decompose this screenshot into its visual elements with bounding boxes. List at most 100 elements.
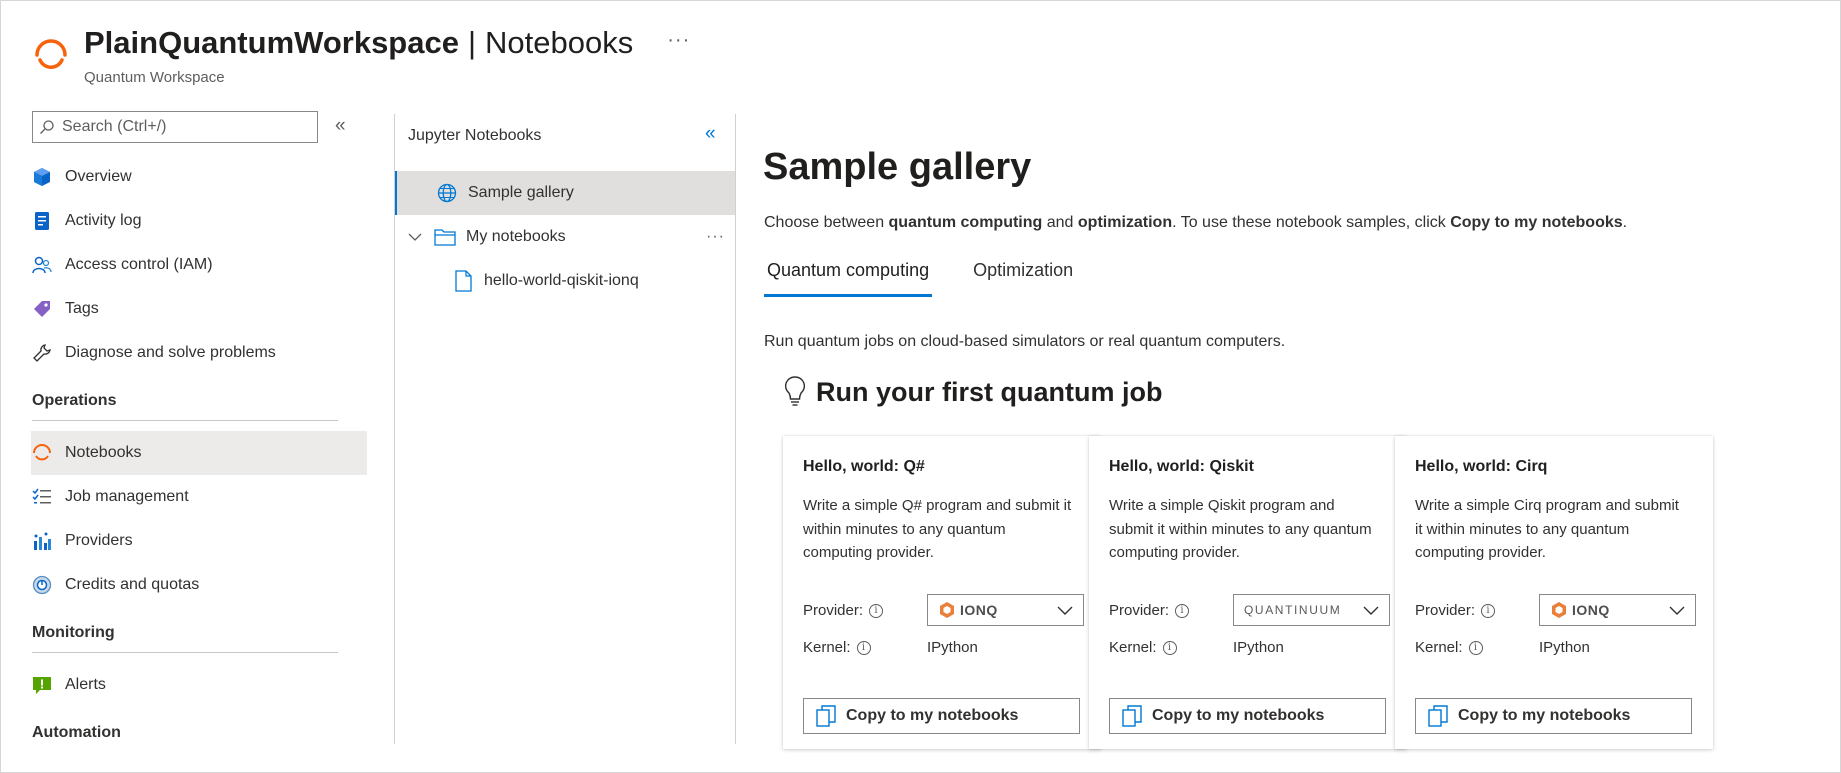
resource-menu: Search (Ctrl+/) « Overview Activity log bbox=[31, 109, 367, 749]
provider-value: IONQ bbox=[1572, 602, 1610, 618]
section-automation: Automation bbox=[31, 707, 367, 763]
tab-intro-text: Run quantum jobs on cloud-based simulato… bbox=[764, 333, 1286, 350]
tab-quantum-computing[interactable]: Quantum computing bbox=[764, 257, 933, 297]
card-description: Write a simple Cirq program and submit i… bbox=[1415, 497, 1679, 561]
provider-dropdown[interactable]: IONQ bbox=[1539, 594, 1696, 626]
folder-icon bbox=[434, 228, 456, 246]
section-label: Monitoring bbox=[32, 624, 115, 641]
nav-item-providers[interactable]: Providers bbox=[31, 519, 367, 563]
kernel-label: Kernel: i bbox=[1415, 639, 1483, 656]
chevron-down-icon[interactable] bbox=[408, 230, 422, 244]
sample-gallery-content: Sample gallery Choose between quantum co… bbox=[763, 109, 1813, 749]
kernel-label-text: Kernel: bbox=[803, 639, 851, 656]
provider-label: Provider: i bbox=[803, 602, 884, 619]
info-icon[interactable]: i bbox=[1481, 603, 1496, 618]
nav-item-alerts[interactable]: Alerts bbox=[31, 663, 367, 707]
nav-label: Job management bbox=[65, 488, 189, 505]
tree-item-sample-gallery[interactable]: Sample gallery bbox=[395, 171, 735, 215]
page-header: PlainQuantumWorkspace | Notebooks ··· Qu… bbox=[31, 25, 931, 95]
tree-label: hello-world-qiskit-ionq bbox=[484, 272, 639, 289]
gallery-title: Sample gallery bbox=[763, 146, 1032, 188]
nav-label: Alerts bbox=[65, 676, 106, 693]
desc-text: Choose between bbox=[764, 214, 889, 231]
nav-label: Activity log bbox=[65, 212, 142, 229]
desc-bold: quantum computing bbox=[888, 214, 1043, 231]
more-options-button[interactable]: ··· bbox=[667, 29, 690, 52]
nav-label: Providers bbox=[65, 532, 133, 549]
kernel-value: IPython bbox=[1539, 639, 1590, 656]
provider-label-text: Provider: bbox=[803, 602, 864, 619]
chevron-down-icon bbox=[1363, 606, 1379, 615]
info-icon[interactable]: i bbox=[1468, 640, 1483, 655]
provider-value: IONQ bbox=[960, 602, 998, 618]
section-label: Operations bbox=[32, 392, 117, 409]
page-name: Notebooks bbox=[485, 25, 634, 60]
kernel-label: Kernel: i bbox=[803, 639, 871, 656]
nav-item-access-control[interactable]: Access control (IAM) bbox=[31, 243, 367, 287]
nav-item-activity-log[interactable]: Activity log bbox=[31, 199, 367, 243]
search-input[interactable]: Search (Ctrl+/) bbox=[32, 111, 318, 143]
chevron-down-icon bbox=[1669, 606, 1685, 615]
nav-label: Tags bbox=[65, 300, 99, 317]
card-description: Write a simple Qiskit program and submit… bbox=[1109, 497, 1372, 561]
provider-dropdown[interactable]: IONQ bbox=[927, 594, 1084, 626]
section-title: Run your first quantum job bbox=[816, 376, 1163, 407]
info-icon[interactable]: i bbox=[1175, 603, 1190, 618]
notebook-tree-panel: Jupyter Notebooks « Sample gallery My no… bbox=[395, 109, 735, 749]
provider-dropdown[interactable]: QUANTINUUM bbox=[1233, 594, 1390, 626]
info-icon[interactable]: i bbox=[1162, 640, 1177, 655]
tree-item-notebook-file[interactable]: hello-world-qiskit-ionq bbox=[395, 259, 735, 303]
nav-item-credits[interactable]: Credits and quotas bbox=[31, 563, 367, 607]
copy-to-notebooks-button[interactable]: Copy to my notebooks bbox=[803, 698, 1080, 734]
ionq-logo-icon bbox=[940, 602, 954, 618]
nav-label: Access control (IAM) bbox=[65, 256, 213, 273]
section-operations: Operations bbox=[31, 375, 367, 431]
info-icon[interactable]: i bbox=[856, 640, 871, 655]
nav-item-notebooks[interactable]: Notebooks bbox=[31, 431, 367, 475]
nav-list: Overview Activity log Access control (IA… bbox=[31, 155, 367, 763]
collapse-menu-button[interactable]: « bbox=[335, 115, 346, 137]
activity-log-icon bbox=[31, 210, 53, 232]
tree-title: Jupyter Notebooks bbox=[408, 127, 542, 144]
overview-icon bbox=[31, 166, 53, 188]
wrench-icon bbox=[31, 342, 53, 364]
category-tabs: Quantum computing Optimization bbox=[764, 257, 1114, 297]
tree-label: Sample gallery bbox=[468, 184, 574, 201]
nav-item-job-management[interactable]: Job management bbox=[31, 475, 367, 519]
kernel-label-text: Kernel: bbox=[1109, 639, 1157, 656]
info-icon[interactable]: i bbox=[869, 603, 884, 618]
section-monitoring: Monitoring bbox=[31, 607, 367, 663]
ionq-logo-icon bbox=[1552, 602, 1566, 618]
copy-to-notebooks-button[interactable]: Copy to my notebooks bbox=[1109, 698, 1386, 734]
gallery-description: Choose between quantum computing and opt… bbox=[764, 214, 1627, 232]
tab-optimization[interactable]: Optimization bbox=[970, 257, 1076, 297]
tree-item-my-notebooks[interactable]: My notebooks ··· bbox=[395, 215, 735, 259]
provider-value: QUANTINUUM bbox=[1244, 603, 1342, 617]
copy-to-notebooks-button[interactable]: Copy to my notebooks bbox=[1415, 698, 1692, 734]
nav-item-overview[interactable]: Overview bbox=[31, 155, 367, 199]
card-description: Write a simple Q# program and submit it … bbox=[803, 497, 1072, 561]
sample-card-qiskit: Hello, world: Qiskit Write a simple Qisk… bbox=[1089, 436, 1407, 749]
provider-label-text: Provider: bbox=[1109, 602, 1170, 619]
provider-label: Provider: i bbox=[1415, 602, 1496, 619]
card-title: Hello, world: Cirq bbox=[1415, 458, 1548, 475]
tree-label: My notebooks bbox=[466, 228, 566, 245]
credits-icon bbox=[31, 574, 53, 596]
collapse-tree-button[interactable]: « bbox=[705, 123, 716, 145]
workspace-name: PlainQuantumWorkspace bbox=[84, 25, 459, 60]
section-label: Automation bbox=[32, 724, 121, 741]
sample-card-cirq: Hello, world: Cirq Write a simple Cirq p… bbox=[1395, 436, 1713, 749]
nav-item-tags[interactable]: Tags bbox=[31, 287, 367, 331]
kernel-label: Kernel: i bbox=[1109, 639, 1177, 656]
access-control-icon bbox=[31, 254, 53, 276]
title-separator: | bbox=[467, 25, 477, 60]
my-notebooks-more-button[interactable]: ··· bbox=[706, 228, 725, 246]
nav-label: Overview bbox=[65, 168, 132, 185]
nav-item-diagnose[interactable]: Diagnose and solve problems bbox=[31, 331, 367, 375]
desc-text: and bbox=[1042, 214, 1078, 231]
providers-icon bbox=[31, 530, 53, 552]
button-label: Copy to my notebooks bbox=[1458, 707, 1631, 724]
copy-icon bbox=[1122, 705, 1142, 727]
quantum-workspace-logo-icon bbox=[35, 39, 67, 69]
card-title: Hello, world: Q# bbox=[803, 458, 925, 475]
